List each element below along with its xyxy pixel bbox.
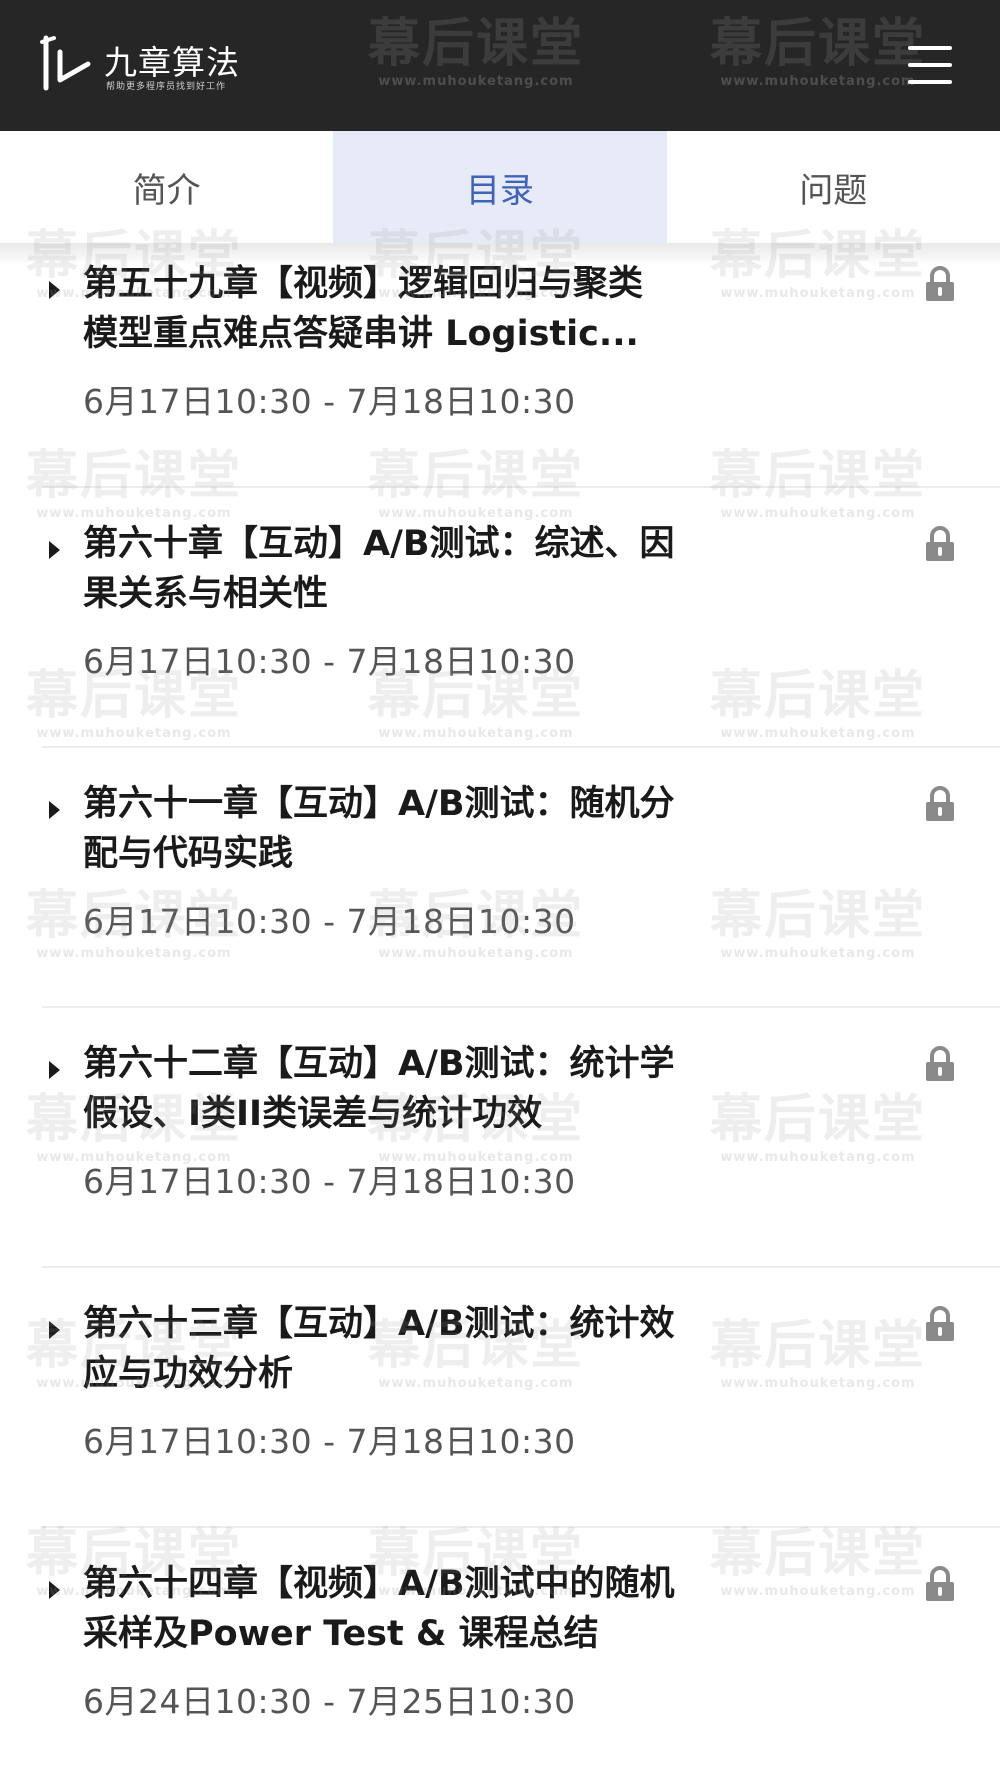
watermark-text: 幕后课堂 (367, 14, 584, 74)
chapter-time: 6月17日10:30 - 7月18日10:30 (83, 642, 576, 681)
divider (42, 746, 1000, 748)
divider (42, 1526, 1000, 1528)
expand-caret-icon[interactable] (49, 1321, 60, 1339)
expand-caret-icon[interactable] (49, 1061, 60, 1079)
chapter-item[interactable]: 第五十九章【视频】逻辑回归与聚类 模型重点难点答疑串讲 Logistic... … (0, 243, 1000, 488)
lock-icon (926, 1306, 954, 1341)
jiuzhang-logo[interactable] (38, 34, 98, 94)
tab-questions[interactable]: 问题 (667, 131, 1000, 243)
chapter-time: 6月17日10:30 - 7月18日10:30 (83, 902, 576, 941)
watermark-url: www.muhouketang.com (378, 74, 574, 89)
watermark: 幕后课堂 www.muhouketang.com (708, 14, 928, 89)
chapter-title: 第六十一章【互动】A/B测试：随机分 配与代码实践 (83, 784, 675, 874)
watermark-url: www.muhouketang.com (720, 74, 916, 89)
expand-caret-icon[interactable] (49, 281, 60, 299)
lock-icon (926, 1566, 954, 1601)
tab-intro[interactable]: 简介 (0, 131, 333, 243)
lock-icon (926, 266, 954, 301)
divider (42, 1006, 1000, 1008)
divider (42, 486, 1000, 488)
chapter-item[interactable]: 第六十一章【互动】A/B测试：随机分 配与代码实践 6月17日10:30 - 7… (0, 763, 1000, 1008)
brand-slogan: 帮助更多程序员找到好工作 (106, 82, 227, 92)
lock-icon (926, 526, 954, 561)
tab-bar: 简介 目录 问题 (0, 131, 1000, 243)
chapter-time: 6月24日10:30 - 7月25日10:30 (83, 1682, 576, 1721)
chapter-title: 第五十九章【视频】逻辑回归与聚类 模型重点难点答疑串讲 Logistic... (83, 264, 644, 354)
chapter-title: 第六十三章【互动】A/B测试：统计效 应与功效分析 (83, 1304, 675, 1394)
chapter-title: 第六十章【互动】A/B测试：综述、因 果关系与相关性 (83, 524, 675, 614)
watermark: 幕后课堂 www.muhouketang.com (366, 14, 586, 89)
lock-icon (926, 786, 954, 821)
chapter-item[interactable]: 第六十二章【互动】A/B测试：统计学 假设、I类II类误差与统计功效 6月17日… (0, 1023, 1000, 1268)
chapter-item[interactable]: 第六十章【互动】A/B测试：综述、因 果关系与相关性 6月17日10:30 - … (0, 503, 1000, 748)
chapter-item[interactable]: 第六十三章【互动】A/B测试：统计效 应与功效分析 6月17日10:30 - 7… (0, 1283, 1000, 1528)
divider (42, 1266, 1000, 1268)
top-bar: 九章算法 帮助更多程序员找到好工作 幕后课堂 www.muhouketang.c… (0, 0, 1000, 131)
chapter-title: 第六十二章【互动】A/B测试：统计学 假设、I类II类误差与统计功效 (83, 1044, 675, 1134)
chapter-item[interactable]: 第六十四章【视频】A/B测试中的随机 采样及Power Test & 课程总结 … (0, 1543, 1000, 1788)
lock-icon (926, 1046, 954, 1081)
chapter-time: 6月17日10:30 - 7月18日10:30 (83, 1422, 576, 1461)
chapter-time: 6月17日10:30 - 7月18日10:30 (83, 382, 576, 421)
expand-caret-icon[interactable] (49, 801, 60, 819)
tab-catalog[interactable]: 目录 (333, 131, 667, 243)
expand-caret-icon[interactable] (49, 541, 60, 559)
brand-name: 九章算法 (104, 43, 240, 82)
tab-bar-shadow (0, 243, 1000, 265)
watermark-text: 幕后课堂 (709, 14, 926, 74)
expand-caret-icon[interactable] (49, 1581, 60, 1599)
chapter-time: 6月17日10:30 - 7月18日10:30 (83, 1162, 576, 1201)
chapter-title: 第六十四章【视频】A/B测试中的随机 采样及Power Test & 课程总结 (83, 1564, 675, 1654)
